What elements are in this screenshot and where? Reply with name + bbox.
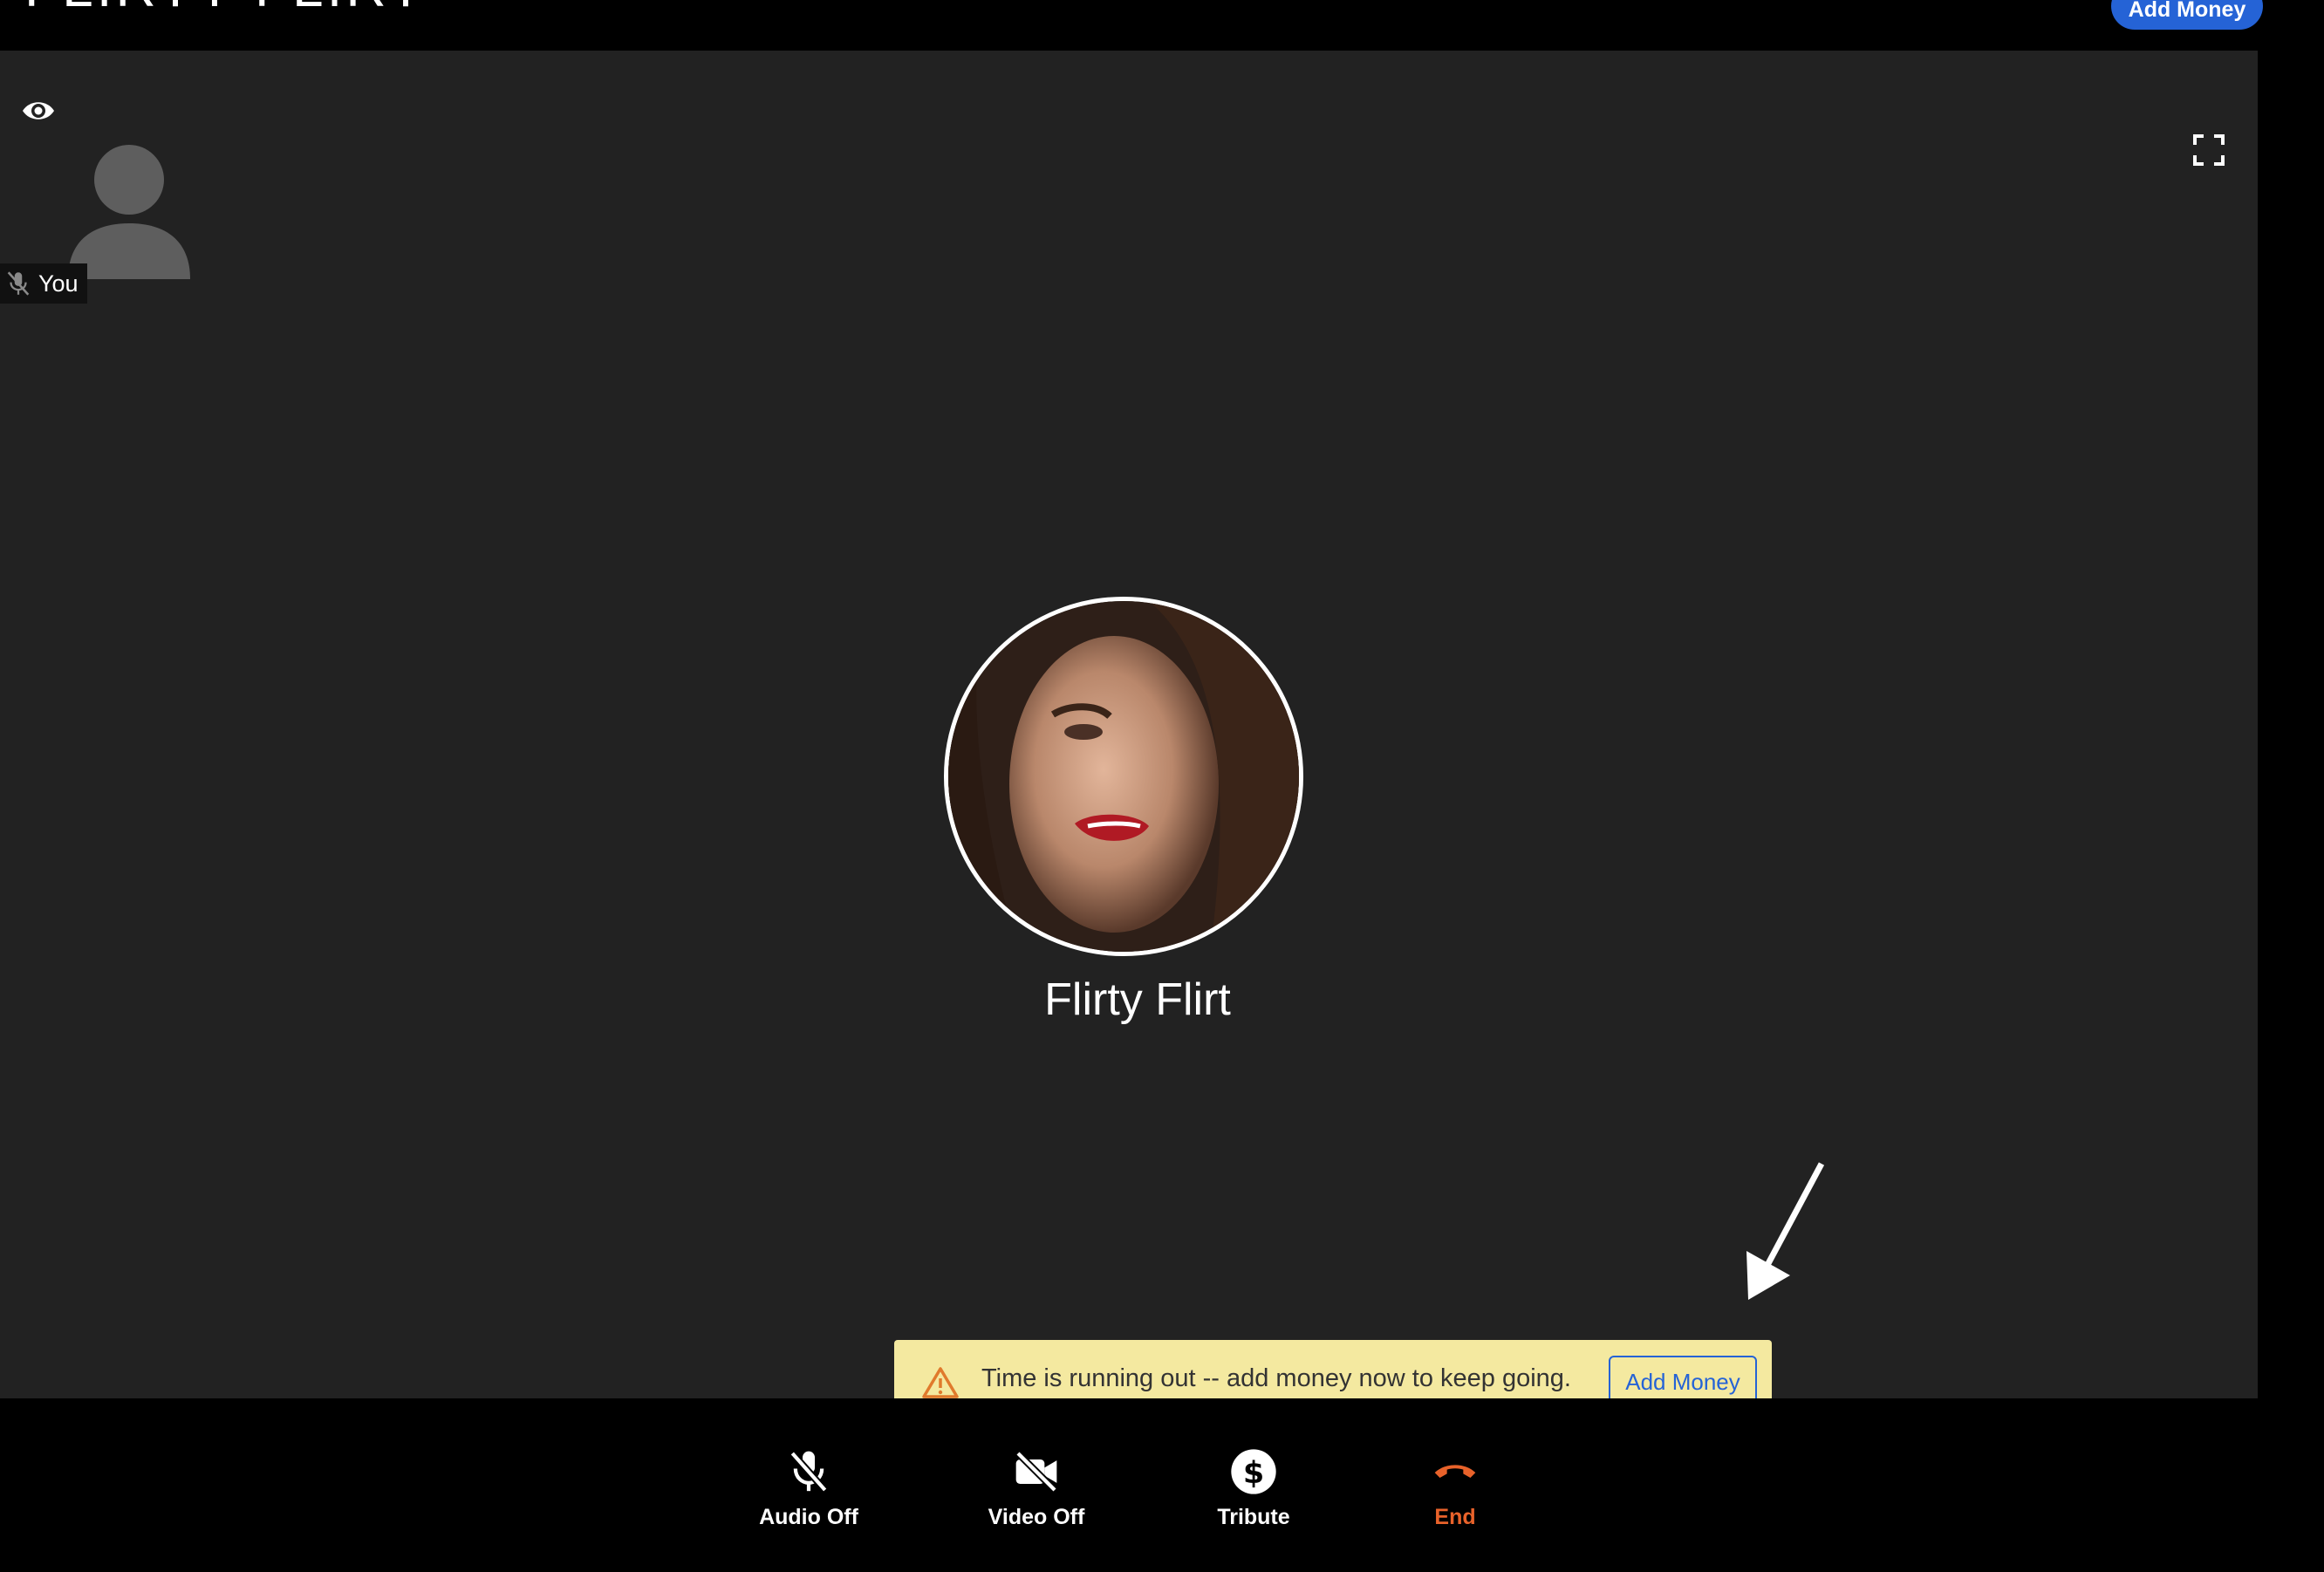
call-stage: You Flirty Flirt Time is running out -- … (0, 51, 2258, 1424)
remote-user-name: Flirty Flirt (1044, 974, 1231, 1025)
end-call-button[interactable]: End (1385, 1447, 1525, 1530)
video-off-button[interactable]: Video Off (967, 1447, 1106, 1530)
self-avatar-person-icon (68, 145, 190, 279)
remote-user-avatar (944, 597, 1303, 956)
video-off-icon (1015, 1451, 1057, 1493)
video-call-window: FLIRTY FLIRT Add Money You (0, 0, 2324, 1572)
arrow-annotation (1746, 1162, 1825, 1300)
eye-icon[interactable] (21, 96, 56, 126)
audio-off-button[interactable]: Audio Off (739, 1447, 878, 1530)
self-name-label: You (38, 270, 79, 297)
fullscreen-icon[interactable] (2193, 134, 2225, 166)
hang-up-icon (1434, 1465, 1476, 1478)
warning-icon (922, 1367, 959, 1398)
video-off-label: Video Off (988, 1505, 1085, 1529)
dollar-icon: $ (1231, 1449, 1276, 1494)
audio-off-label: Audio Off (759, 1505, 858, 1529)
top-bar: FLIRTY FLIRT Add Money (0, 0, 2324, 51)
svg-text:$: $ (1243, 1456, 1264, 1491)
remote-avatar-photo (948, 601, 1299, 952)
mic-off-icon (7, 271, 30, 296)
header-add-money-button[interactable]: Add Money (2111, 0, 2263, 30)
warning-message: Time is running out -- add money now to … (981, 1364, 1571, 1392)
call-controls-bar: Audio Off Video Off $ Tribute End (0, 1398, 2324, 1572)
tribute-button[interactable]: $ Tribute (1184, 1447, 1323, 1530)
mic-off-icon (789, 1451, 828, 1493)
brand-logo[interactable]: FLIRTY FLIRT (24, 0, 427, 19)
self-name-tag: You (0, 263, 87, 304)
end-label: End (1434, 1505, 1476, 1529)
tribute-label: Tribute (1217, 1505, 1290, 1529)
